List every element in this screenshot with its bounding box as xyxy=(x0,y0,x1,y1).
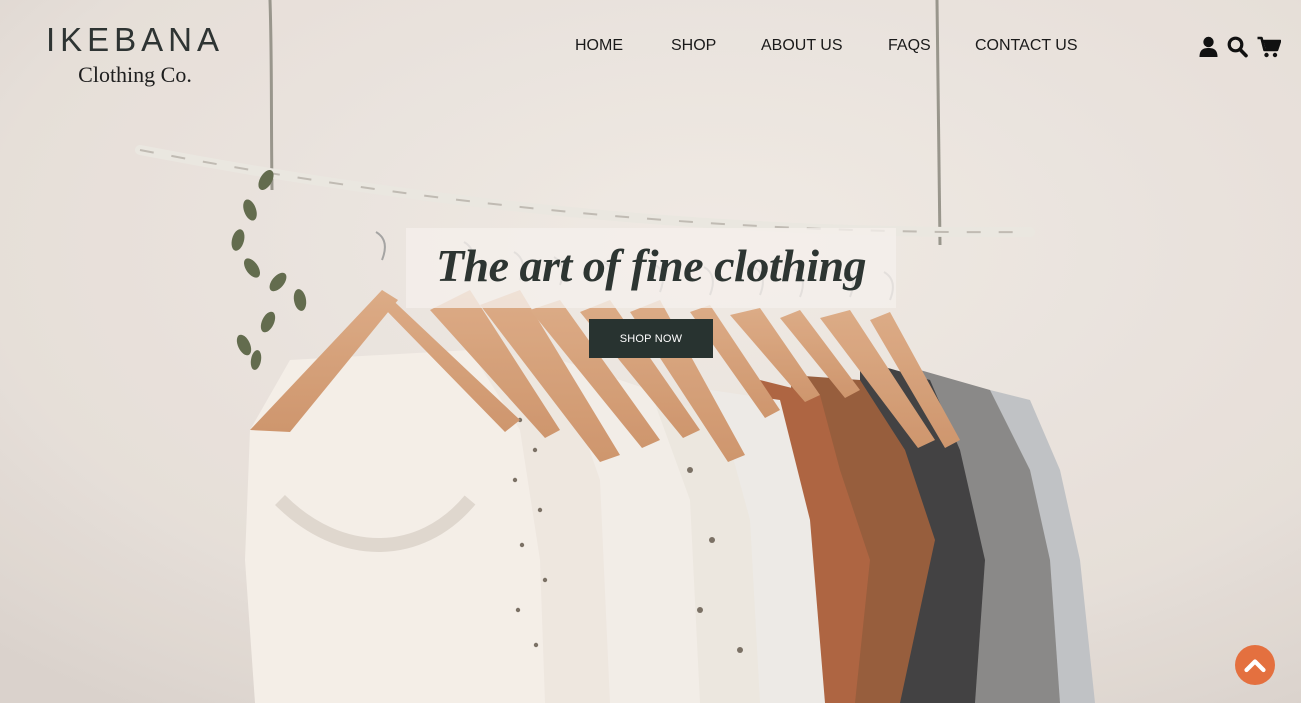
cart-icon[interactable] xyxy=(1257,36,1282,58)
nav-item-contact-us[interactable]: CONTACT US xyxy=(975,37,1078,55)
nav-item-shop[interactable]: SHOP xyxy=(671,37,716,55)
nav-item-home[interactable]: HOME xyxy=(575,37,623,55)
brand-logo[interactable]: IKEBANA Clothing Co. xyxy=(28,22,242,88)
brand-tagline: Clothing Co. xyxy=(78,62,192,87)
scroll-to-top-button[interactable] xyxy=(1235,645,1275,685)
shop-now-button[interactable]: SHOP NOW xyxy=(589,319,713,358)
brand-name: IKEBANA xyxy=(45,21,225,58)
hero-headline: The art of fine clothing xyxy=(435,240,867,291)
chevron-up-icon xyxy=(1244,659,1266,673)
nav-item-faqs[interactable]: FAQS xyxy=(888,37,931,55)
nav-item-about-us[interactable]: ABOUT US xyxy=(761,37,843,55)
search-icon[interactable] xyxy=(1227,36,1248,58)
user-icon[interactable] xyxy=(1199,36,1218,58)
